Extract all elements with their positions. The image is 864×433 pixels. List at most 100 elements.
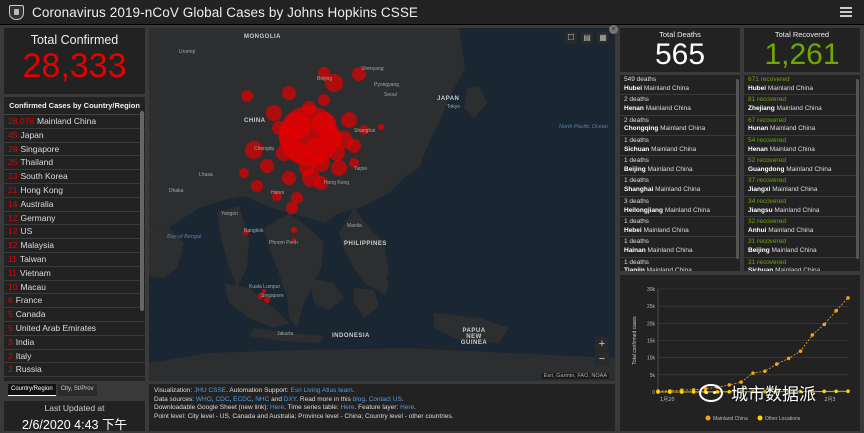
who-link[interactable]: WHO: [196, 396, 212, 403]
death-row-region: Mainland China: [651, 145, 697, 153]
recovered-row[interactable]: 37 recovered Jiangxi Mainland China: [744, 176, 860, 197]
country-rows: 28,076 Mainland China 45 Japan 28 Singapore 25…: [4, 115, 145, 378]
country-row[interactable]: 12 Malaysia: [4, 239, 145, 253]
death-row[interactable]: 2 deaths Chongqing Mainland China: [620, 116, 740, 136]
map-canvas: [149, 28, 615, 381]
jhu-link[interactable]: JHU CSSE: [194, 387, 226, 394]
chart-ytick-label: 25k: [647, 304, 656, 310]
map-close-icon[interactable]: ×: [609, 25, 618, 34]
bookmark-icon[interactable]: ☐: [565, 32, 577, 44]
country-row[interactable]: 25 Thailand: [4, 156, 145, 171]
death-row[interactable]: 1 deaths Tianjin Mainland China: [620, 258, 740, 271]
death-row[interactable]: 1 deaths Sichuan Mainland China: [620, 136, 740, 157]
tab-country-region[interactable]: Country/Region: [8, 384, 56, 396]
basemap-icon[interactable]: ▦: [597, 32, 609, 44]
death-row[interactable]: 1 deaths Shanghai Mainland China: [620, 176, 740, 197]
case-bubble[interactable]: [276, 145, 292, 161]
recovered-row[interactable]: 52 recovered Guangdong Mainland China: [744, 156, 860, 177]
death-row-count: 3 deaths: [624, 197, 649, 205]
case-bubble[interactable]: [318, 94, 330, 106]
case-bubble[interactable]: [291, 227, 297, 233]
cdc-link[interactable]: CDC: [215, 396, 229, 403]
legend-icon[interactable]: ▤: [581, 32, 593, 44]
recovered-row[interactable]: 31 recovered Sichuan Mainland China: [744, 258, 860, 271]
country-row[interactable]: 11 Taiwan: [4, 253, 145, 267]
country-row[interactable]: 6 France: [4, 294, 145, 309]
case-bubble[interactable]: [299, 160, 315, 176]
recovered-row[interactable]: 671 recovered Hubei Mainland China: [744, 75, 860, 96]
case-bubble[interactable]: [302, 101, 316, 115]
hamburger-menu-icon[interactable]: [840, 7, 852, 17]
world-map[interactable]: MONGOLIA Urumqi Beijing Shenyang Pyongya…: [149, 28, 615, 381]
country-row[interactable]: 3 India: [4, 336, 145, 350]
esri-link[interactable]: Esri Living Atlas team: [290, 387, 352, 394]
recovered-row[interactable]: 81 recovered Zhejiang Mainland China: [744, 95, 860, 116]
recovered-row-place: Guangdong: [748, 165, 785, 173]
zoom-out-button[interactable]: −: [595, 352, 609, 366]
recovered-row[interactable]: 31 recovered Beijing Mainland China: [744, 237, 860, 258]
country-row[interactable]: 5 Canada: [4, 308, 145, 322]
chart-point: [679, 390, 684, 394]
case-bubble[interactable]: [286, 202, 298, 214]
case-bubble[interactable]: [241, 90, 253, 102]
chart-ylabel: Total confirmed cases: [632, 316, 638, 365]
map-label-phnom-penh: Phnom Penh: [269, 240, 298, 246]
chart-point: [822, 389, 827, 394]
last-updated-label: Last Updated at: [44, 403, 105, 413]
recovered-row[interactable]: 67 recovered Hunan Mainland China: [744, 116, 860, 136]
map-label-jakarta: Jakarta: [277, 331, 294, 337]
death-row[interactable]: 3 deaths Heilongjiang Mainland China: [620, 197, 740, 218]
country-row[interactable]: 45 Japan: [4, 129, 145, 143]
nhc-link[interactable]: NHC: [255, 396, 269, 403]
country-row[interactable]: 12 US: [4, 225, 145, 240]
country-list-scrollbar[interactable]: [140, 111, 144, 311]
country-name: Italy: [15, 350, 32, 361]
country-row[interactable]: 2 Russia: [4, 363, 145, 378]
deaths-list-scrollbar[interactable]: [736, 79, 739, 259]
case-bubble[interactable]: [266, 105, 282, 121]
country-row[interactable]: 28 Singapore: [4, 143, 145, 157]
death-row[interactable]: 549 deaths Hubei Mainland China: [620, 75, 740, 96]
country-row[interactable]: 11 Vietnam: [4, 267, 145, 281]
blog-link[interactable]: blog: [353, 396, 365, 403]
case-bubble[interactable]: [282, 171, 296, 185]
country-name: Macau: [20, 281, 46, 292]
case-bubble[interactable]: [251, 180, 263, 192]
country-row[interactable]: 10 Macau: [4, 281, 145, 295]
recovered-row[interactable]: 54 recovered Henan Mainland China: [744, 136, 860, 157]
death-row[interactable]: 2 deaths Henan Mainland China: [620, 95, 740, 116]
country-name: South Korea: [20, 171, 68, 182]
death-row[interactable]: 1 deaths Hebei Mainland China: [620, 217, 740, 238]
zoom-in-button[interactable]: +: [595, 337, 609, 351]
case-bubble[interactable]: [272, 121, 286, 135]
sheet-link[interactable]: Here: [270, 404, 284, 411]
country-row[interactable]: 2 Italy: [4, 350, 145, 364]
case-bubble[interactable]: [331, 160, 347, 176]
contact-link[interactable]: Contact US: [369, 396, 402, 403]
timeseries-link[interactable]: Here: [340, 404, 354, 411]
case-bubble[interactable]: [347, 139, 361, 153]
case-bubble[interactable]: [341, 112, 357, 128]
country-row[interactable]: 21 Hong Kong: [4, 184, 145, 198]
case-bubble[interactable]: [260, 159, 274, 173]
feature-layer-link[interactable]: Here: [400, 404, 414, 411]
recovered-list-scrollbar[interactable]: [856, 79, 859, 259]
country-row[interactable]: 5 United Arab Emirates: [4, 322, 145, 336]
country-row[interactable]: 14 Australia: [4, 198, 145, 212]
country-row[interactable]: 12 Germany: [4, 212, 145, 226]
ecdc-link[interactable]: ECDC: [233, 396, 251, 403]
death-row-count: 1 deaths: [624, 136, 649, 144]
chart-ytick-label: 5k: [650, 373, 656, 379]
case-bubble[interactable]: [239, 168, 249, 178]
recovered-row[interactable]: 34 recovered Jiangsu Mainland China: [744, 197, 860, 218]
recovered-row[interactable]: 32 recovered Anhui Mainland China: [744, 217, 860, 238]
country-row[interactable]: 28,076 Mainland China: [4, 115, 145, 129]
death-row[interactable]: 1 deaths Hainan Mainland China: [620, 237, 740, 258]
dxy-link[interactable]: DXY: [284, 396, 297, 403]
tab-city-province[interactable]: City, St/Prov: [57, 384, 97, 396]
death-row[interactable]: 1 deaths Beijing Mainland China: [620, 156, 740, 177]
case-bubble[interactable]: [282, 86, 296, 100]
case-bubble[interactable]: [378, 124, 384, 130]
country-row[interactable]: 23 South Korea: [4, 170, 145, 184]
recovered-row-count: 671 recovered: [748, 76, 790, 83]
